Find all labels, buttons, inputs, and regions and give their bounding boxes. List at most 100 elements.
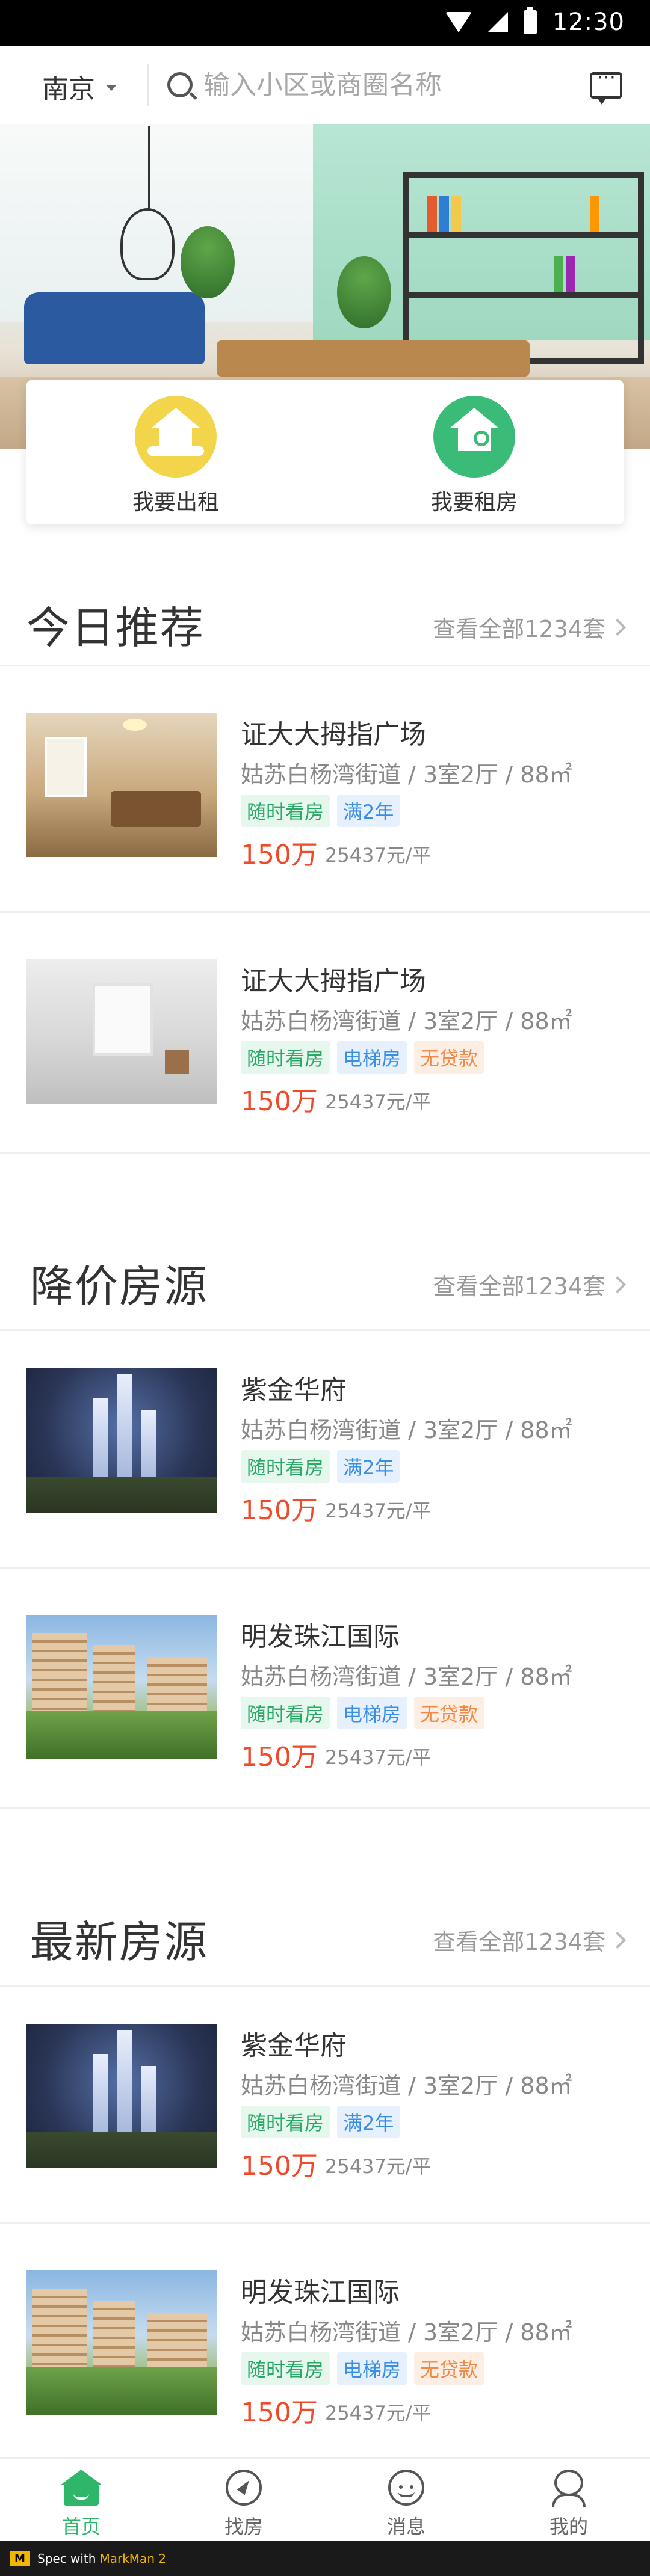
divider xyxy=(0,665,650,666)
book xyxy=(427,196,437,232)
thumb-building xyxy=(32,2289,87,2373)
listing-price: 150万 xyxy=(241,840,318,870)
thumb-building xyxy=(147,2313,207,2373)
thumb-building xyxy=(32,1633,87,1717)
thumb-window xyxy=(45,737,87,797)
tab-home[interactable]: 首页 xyxy=(0,2459,162,2541)
quick-actions-card: 我要出租 我要租房 xyxy=(26,380,624,524)
listing-unit-price: 25437元/平 xyxy=(325,844,432,867)
chevron-right-icon xyxy=(608,618,627,636)
banner-bookshelf xyxy=(403,172,644,364)
thumb-building xyxy=(93,2301,135,2373)
book xyxy=(439,196,449,232)
search-input[interactable] xyxy=(203,69,480,100)
listing-title: 明发珠江国际 xyxy=(241,1622,400,1652)
banner-plant xyxy=(337,256,391,328)
home-icon xyxy=(60,2470,102,2506)
listing-card[interactable]: 证大大拇指广场 姑苏白杨湾街道 / 3室2厅 / 88㎡ 随时看房 满2年 15… xyxy=(0,713,650,911)
book xyxy=(554,256,563,292)
divider xyxy=(0,911,650,913)
view-all-recommended[interactable]: 查看全部1234套 xyxy=(433,610,627,644)
tag-two-years: 满2年 xyxy=(337,2106,400,2138)
house-glyph xyxy=(147,408,204,456)
thumb-tower xyxy=(117,1374,132,1489)
thumb-lawn xyxy=(26,1711,217,1759)
listing-tags: 随时看房 电梯房 无贷款 xyxy=(241,2352,484,2385)
status-time: 12:30 xyxy=(552,8,625,36)
tag-anytime-viewing: 随时看房 xyxy=(241,2106,330,2138)
rent-out-button[interactable]: 我要出租 xyxy=(26,380,325,524)
book xyxy=(566,256,575,292)
listing-address: 姑苏白杨湾街道 / 3室2厅 / 88㎡ xyxy=(241,1008,572,1034)
top-header: 南京 xyxy=(0,46,650,124)
house-hand-icon xyxy=(135,396,217,478)
banner-chandelier xyxy=(120,126,175,280)
view-all-price-drop[interactable]: 查看全部1234套 xyxy=(433,1268,627,1301)
listing-card[interactable]: 明发珠江国际 姑苏白杨湾街道 / 3室2厅 / 88㎡ 随时看房 电梯房 无贷款… xyxy=(0,2270,650,2469)
listing-thumbnail xyxy=(26,959,217,1104)
tag-anytime-viewing: 随时看房 xyxy=(241,1450,330,1483)
listing-unit-price: 25437元/平 xyxy=(325,1499,432,1522)
listing-address: 姑苏白杨湾街道 / 3室2厅 / 88㎡ xyxy=(241,2319,572,2346)
section-title-price-drop: 降价房源 xyxy=(30,1261,209,1312)
section-title-recommended: 今日推荐 xyxy=(26,603,205,653)
search-bar[interactable] xyxy=(147,64,484,106)
divider xyxy=(0,1807,650,1809)
listing-address: 姑苏白杨湾街道 / 3室2厅 / 88㎡ xyxy=(241,2073,572,2099)
shelf-row xyxy=(409,232,638,238)
tag-anytime-viewing: 随时看房 xyxy=(241,2352,330,2385)
listing-card[interactable]: 紫金华府 姑苏白杨湾街道 / 3室2厅 / 88㎡ 随时看房 满2年 150万 … xyxy=(0,2024,650,2222)
listing-address: 姑苏白杨湾街道 / 3室2厅 / 88㎡ xyxy=(241,1664,572,1690)
listing-thumbnail xyxy=(26,1368,217,1513)
view-all-newest[interactable]: 查看全部1234套 xyxy=(433,1923,627,1957)
tab-find-house[interactable]: 找房 xyxy=(162,2459,325,2541)
listing-thumbnail xyxy=(26,713,217,857)
thumb-ground xyxy=(26,1477,217,1513)
tab-label: 我的 xyxy=(549,2515,588,2538)
listing-unit-price: 25437元/平 xyxy=(325,2402,432,2424)
find-rental-button[interactable]: 我要租房 xyxy=(325,380,624,524)
thumb-door xyxy=(93,983,153,1056)
shelf-row xyxy=(409,292,638,298)
listing-card[interactable]: 明发珠江国际 姑苏白杨湾街道 / 3室2厅 / 88㎡ 随时看房 电梯房 无贷款… xyxy=(0,1615,650,1813)
house-glyph xyxy=(450,408,499,453)
book xyxy=(590,196,599,232)
listing-thumbnail xyxy=(26,2270,217,2415)
listing-title: 证大大拇指广场 xyxy=(241,966,426,997)
listing-card[interactable]: 证大大拇指广场 姑苏白杨湾街道 / 3室2厅 / 88㎡ 随时看房 电梯房 无贷… xyxy=(0,959,650,1158)
compass-icon xyxy=(226,2470,262,2506)
tab-profile[interactable]: 我的 xyxy=(488,2459,650,2541)
battery-icon xyxy=(523,7,537,34)
listing-title: 明发珠江国际 xyxy=(241,2277,400,2308)
listing-unit-price: 25437元/平 xyxy=(325,1746,432,1769)
divider xyxy=(0,2222,650,2224)
thumb-building xyxy=(93,1645,135,1717)
search-icon xyxy=(167,72,193,97)
house-roof xyxy=(450,408,499,428)
divider xyxy=(0,1329,650,1331)
tag-anytime-viewing: 随时看房 xyxy=(241,1697,330,1729)
chevron-right-icon xyxy=(608,1931,627,1949)
person-icon xyxy=(551,2470,587,2507)
status-bar: 12:30 xyxy=(0,0,650,46)
tab-messages[interactable]: 消息 xyxy=(325,2459,488,2541)
smile-icon xyxy=(388,2470,424,2506)
tab-label: 首页 xyxy=(61,2515,101,2538)
listing-card[interactable]: 紫金华府 姑苏白杨湾街道 / 3室2厅 / 88㎡ 随时看房 满2年 150万 … xyxy=(0,1368,650,1567)
footer-accent-text: MarkMan 2 xyxy=(99,2551,167,2566)
caret-down-icon xyxy=(106,85,117,91)
city-label: 南京 xyxy=(42,74,95,105)
home-roof xyxy=(60,2470,102,2485)
listing-address: 姑苏白杨湾街道 / 3室2厅 / 88㎡ xyxy=(241,1417,572,1443)
tag-elevator: 电梯房 xyxy=(337,1697,407,1729)
city-selector[interactable]: 南京 xyxy=(42,67,117,106)
message-icon[interactable] xyxy=(590,67,622,105)
listing-title: 证大大拇指广场 xyxy=(241,719,426,750)
listing-tags: 随时看房 满2年 xyxy=(241,2106,400,2138)
listing-title: 紫金华府 xyxy=(241,2030,347,2061)
tag-no-loan: 无贷款 xyxy=(414,2352,484,2385)
thumb-tower xyxy=(117,2030,132,2144)
footer-strip: M Spec with MarkMan 2 xyxy=(0,2541,650,2576)
tag-elevator: 电梯房 xyxy=(337,2352,407,2385)
view-all-label: 查看全部1234套 xyxy=(433,1273,605,1300)
